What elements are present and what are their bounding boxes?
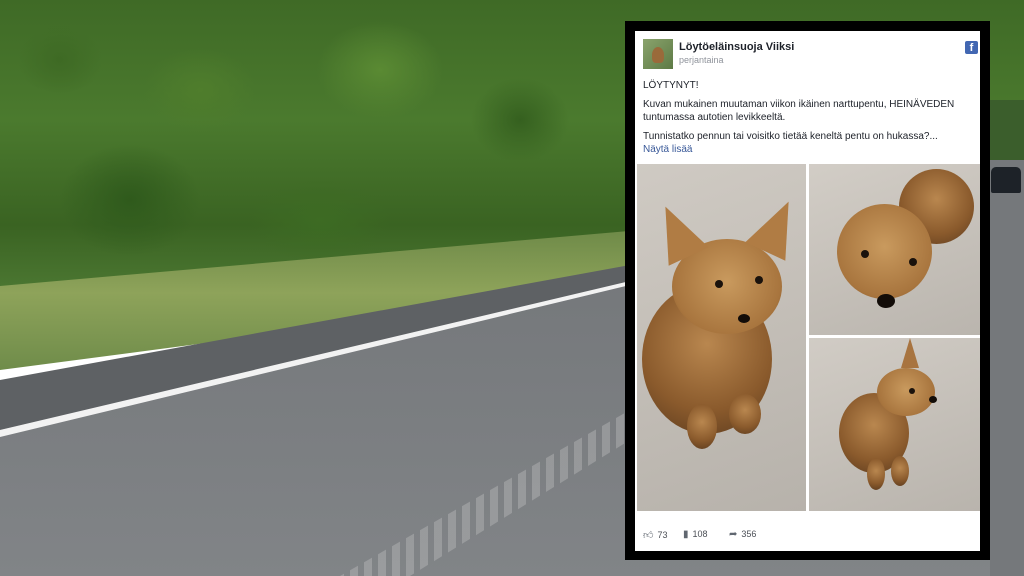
puppy-leg: [891, 456, 909, 486]
thumbs-up-icon: 👍︎: [643, 530, 654, 541]
comment-count-value: 108: [692, 529, 708, 539]
distant-road: [990, 160, 1024, 576]
puppy-nose: [929, 396, 937, 403]
puppy-eye: [861, 250, 869, 258]
puppy-eye: [909, 388, 915, 394]
puppy-eye: [909, 258, 917, 266]
post-paragraph: Tunnistatko pennun tai voisitko tietää k…: [643, 130, 973, 156]
share-icon: ➦: [729, 529, 738, 540]
share-count[interactable]: ➦ 356: [729, 529, 756, 540]
like-count-value: 73: [657, 530, 668, 540]
puppy-nose: [877, 294, 895, 308]
facebook-post-embed: Löytöeläinsuoja Viiksi perjantaina f LÖY…: [625, 21, 990, 560]
see-more-link[interactable]: Näytä lisää: [643, 144, 692, 155]
puppy-eye: [715, 280, 723, 288]
puppy-head: [837, 204, 932, 299]
post-card: Löytöeläinsuoja Viiksi perjantaina f LÖY…: [635, 31, 980, 551]
page-avatar[interactable]: [643, 39, 673, 69]
post-text: LÖYTYNYT! Kuvan mukainen muutaman viikon…: [643, 79, 973, 162]
puppy-photo-large[interactable]: [637, 164, 806, 511]
like-count[interactable]: 👍︎ 73: [643, 529, 667, 541]
puppy-leg: [687, 404, 717, 449]
post-paragraph: LÖYTYNYT!: [643, 80, 699, 91]
puppy-photo-bottom-right[interactable]: [809, 338, 980, 511]
post-time[interactable]: perjantaina: [679, 55, 724, 65]
post-paragraph-text: Tunnistatko pennun tai voisitko tietää k…: [643, 131, 938, 142]
comment-count[interactable]: ▮ 108: [683, 529, 708, 540]
puppy-leg: [867, 458, 885, 490]
puppy-head: [877, 368, 935, 416]
post-paragraph: Kuvan mukainen muutaman viikon ikäinen n…: [643, 99, 955, 123]
share-count-value: 356: [741, 529, 757, 539]
post-header: Löytöeläinsuoja Viiksi perjantaina f: [643, 39, 978, 73]
puppy-photo-top-right[interactable]: [809, 164, 980, 335]
page-name[interactable]: Löytöeläinsuoja Viiksi: [679, 41, 794, 53]
facebook-icon[interactable]: f: [965, 41, 978, 54]
dog-avatar-icon: [652, 47, 664, 63]
comment-icon: ▮: [683, 529, 689, 540]
car: [991, 167, 1021, 193]
puppy-ear: [901, 338, 919, 368]
post-footer: 👍︎ 73 ▮ 108 ➦ 356: [635, 521, 980, 551]
puppy-eye: [755, 276, 763, 284]
puppy-nose: [738, 314, 750, 323]
puppy-leg: [729, 394, 761, 434]
